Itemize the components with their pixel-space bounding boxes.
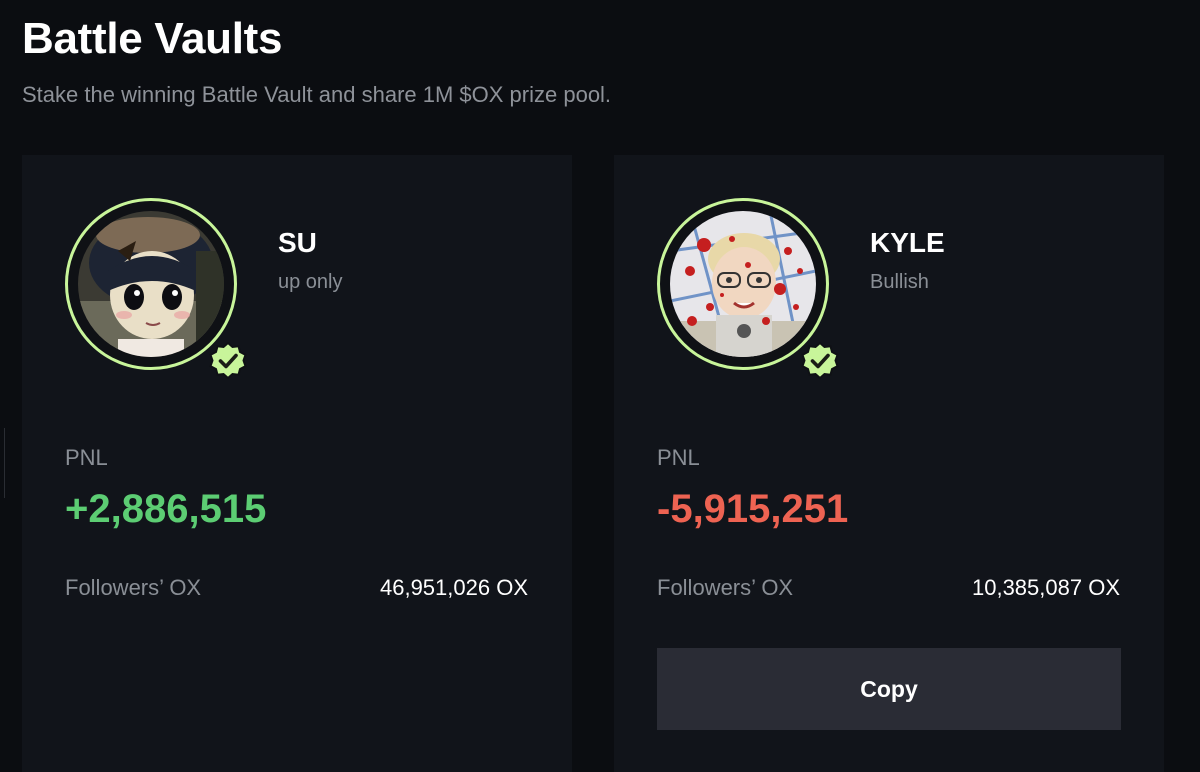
page-subtitle: Stake the winning Battle Vault and share… [22,82,612,107]
battle-vaults-page: Battle Vaults Stake the winning Battle V… [0,0,1200,772]
followers-ox-label: Followers’ OX [65,575,202,600]
copy-button[interactable]: Copy [657,648,1121,730]
vault-card-su[interactable]: SU up only PNL +2,886,515 Followers’ OX … [22,155,572,772]
trader-tagline: Bullish [870,271,929,293]
followers-ox-value: 10,385,087 OX [971,575,1120,600]
pnl-value: +2,886,515 [65,487,267,531]
verified-check-icon [209,341,247,380]
trader-name: SU [278,227,317,258]
vault-card-kyle[interactable]: KYLE Bullish PNL -5,915,251 Followers’ O… [614,155,1164,772]
avatar[interactable] [78,211,224,357]
followers-ox-label: Followers’ OX [657,575,794,600]
trader-tagline: up only [278,271,343,293]
pnl-label: PNL [65,445,108,470]
followers-ox-value: 46,951,026 OX [379,575,528,600]
avatar-ring [65,198,247,380]
avatar-ring [657,198,839,380]
pnl-label: PNL [657,445,700,470]
left-edge-divider [0,428,5,498]
page-title: Battle Vaults [22,14,283,63]
pnl-value: -5,915,251 [657,487,849,531]
avatar[interactable] [670,211,816,357]
verified-check-icon [801,341,839,380]
trader-name: KYLE [870,227,945,258]
